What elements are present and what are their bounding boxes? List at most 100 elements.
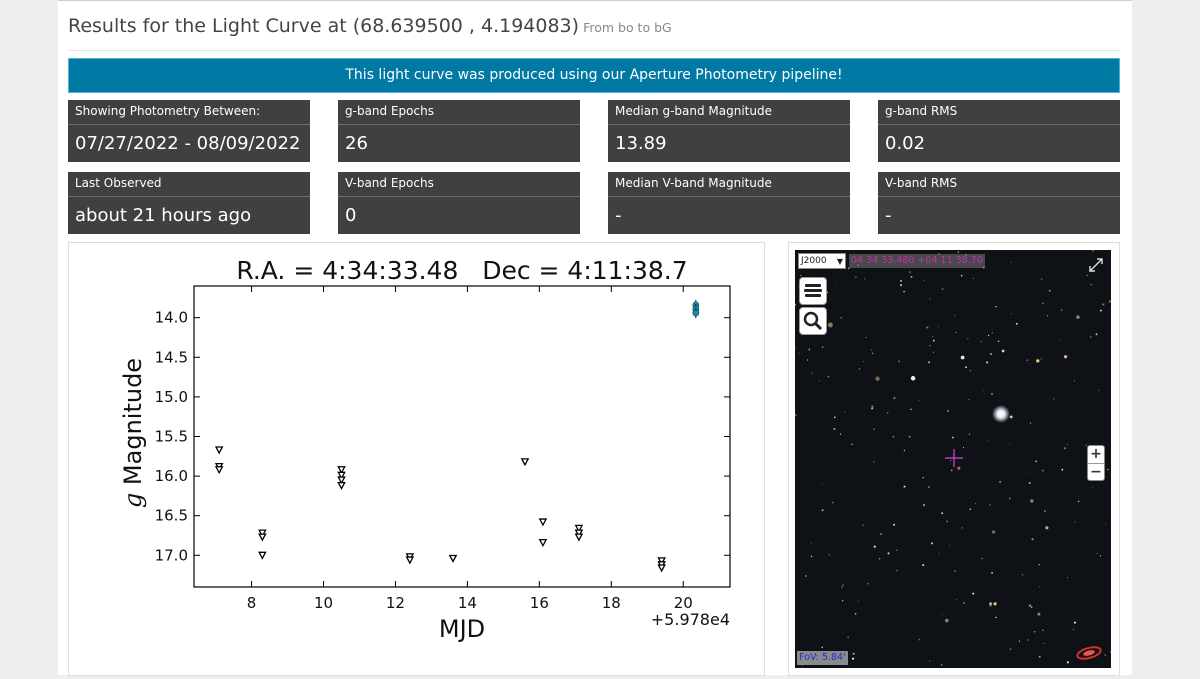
star [855,276,857,278]
star [871,352,874,355]
y-axis-label: g Magnitude [119,358,147,508]
star [847,636,849,638]
star [946,409,950,412]
target-reticle [945,449,963,467]
star [989,604,992,607]
star [991,571,994,574]
fullscreen-icon[interactable] [1087,256,1105,274]
star [960,274,963,277]
star [903,485,906,488]
stat-value: 0.02 [885,133,926,154]
search-icon [803,311,823,331]
star [991,392,993,395]
star [839,433,842,435]
star [949,544,951,546]
star [1089,336,1092,338]
stat-card-g-rms: g-band RMS 0.02 [878,100,1120,162]
star [972,277,975,280]
star [1042,469,1044,472]
star [833,427,836,431]
stat-label: V-band RMS [878,172,1120,197]
zoom-in-button[interactable]: + [1088,446,1104,464]
stat-label: Median g-band Magnitude [608,100,850,125]
stat-value: - [885,205,892,226]
star [841,586,843,588]
star [1040,358,1042,360]
stat-label: g-band RMS [878,100,1120,125]
star [980,341,982,343]
star [1044,510,1046,512]
star [949,460,952,462]
star [957,251,960,253]
star [801,664,803,666]
star [1074,521,1076,523]
star [995,306,997,308]
star [858,600,859,602]
y-tick-label: 14.5 [155,348,188,366]
zoom-out-button[interactable]: − [1088,464,1104,481]
stat-value: 0 [345,205,357,226]
star [852,657,855,660]
star [851,443,853,446]
upper-limit-point [520,458,530,467]
search-button[interactable] [799,307,827,335]
stat-card-last-observed: Last Observed about 21 hours ago [68,172,310,234]
layers-icon [804,284,822,297]
star [1072,628,1074,630]
star [995,616,997,619]
star [1110,651,1111,653]
star [955,331,957,333]
star [821,483,823,485]
x-axis-label: MJD [439,615,485,643]
star [918,399,920,401]
layers-button[interactable] [799,277,827,305]
star [896,569,898,571]
star [1035,460,1038,463]
star [957,466,961,470]
y-axis-ticks: 14.0 14.5 15.0 15.5 16.0 16.5 17.0 [155,309,730,564]
y-tick-label: 14.0 [155,309,188,327]
star [795,414,797,416]
y-tick-label: 15.5 [155,428,188,446]
star [823,269,825,271]
star [871,407,873,410]
star [1099,309,1102,312]
star [867,583,869,585]
star [821,509,824,512]
star [1047,315,1049,317]
y-tick-label: 16.0 [155,467,188,485]
star [899,279,903,282]
star [1096,552,1098,554]
title-divider [68,50,1120,51]
y-tick-label: 15.0 [155,388,188,406]
star [1107,468,1109,471]
star [1001,349,1005,353]
star [1036,359,1040,363]
star [875,376,880,381]
upper-limit-point [337,481,346,490]
star [1026,359,1029,361]
results-page: Results for the Light Curve at (68.63950… [58,0,1132,676]
upper-limit-point [538,538,548,548]
star [862,524,864,526]
star [1104,654,1106,656]
frame-select[interactable]: J2000 ▼ [798,253,846,269]
star [827,375,830,378]
star [887,412,889,414]
star [989,602,993,606]
star [928,486,930,488]
star [896,549,898,551]
chart-title: R.A. = 4:34:33.48 Dec = 4:11:38.7 [236,256,687,285]
sky-image-viewer[interactable]: J2000 ▼ 04 34 33.480 +04 11 38.70 + − Fo… [795,250,1111,668]
star [863,360,864,362]
star [951,436,954,439]
star [1026,473,1028,475]
star [1098,389,1100,391]
stat-label: g-band Epochs [338,100,580,125]
star [828,554,830,556]
star [910,408,912,410]
star [1010,261,1012,263]
star [923,280,925,282]
star [1028,604,1031,607]
y-axis-label-g: g [119,493,147,508]
